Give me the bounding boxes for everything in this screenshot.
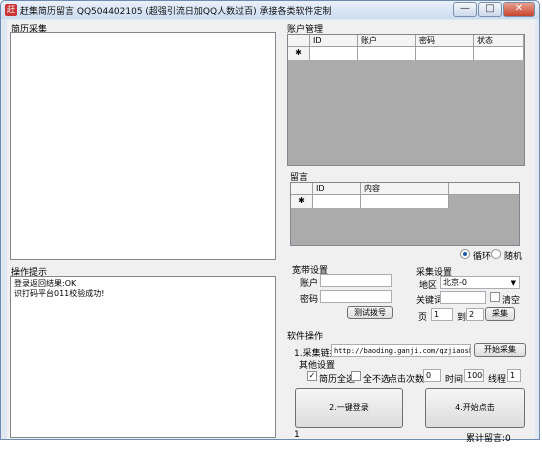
hint-line: 识打码平台011校验成功! (14, 289, 105, 298)
account-grid-header: ID 账户 密码 状态 (288, 35, 524, 47)
broadband-password-label: 密码 (300, 295, 319, 305)
random-radio[interactable] (491, 249, 501, 259)
total-messages-status: 累计留言:0 (466, 434, 511, 444)
account-new-row[interactable]: ✱ (288, 47, 524, 60)
message-grid[interactable]: ID 内容 ✱ (290, 182, 520, 246)
region-label: 地区 (419, 281, 438, 291)
deselect-all-checkbox[interactable] (351, 371, 361, 381)
column-header-id[interactable]: ID (313, 183, 361, 194)
table-cell[interactable] (361, 195, 449, 208)
close-button[interactable]: ✕ (503, 2, 535, 17)
to-label: 到 (457, 313, 467, 323)
column-header-id[interactable]: ID (310, 35, 358, 46)
keyword-label: 关键词 (416, 296, 444, 306)
loop-radio-label: 循环 (473, 252, 492, 262)
row-header-corner (288, 35, 310, 46)
resume-select-all-label: 简历全选 (319, 375, 356, 385)
column-header-status[interactable]: 状态 (474, 35, 524, 46)
collect-link-input[interactable]: http://baoding.ganji.com/qzjiaoshi/ (331, 344, 471, 357)
region-select[interactable]: 北京-0 ▼ (440, 276, 520, 289)
column-header-account[interactable]: 账户 (358, 35, 416, 46)
broadband-password-input[interactable] (320, 290, 392, 303)
clear-checkbox[interactable] (490, 292, 500, 302)
new-row-marker: ✱ (291, 195, 313, 208)
new-row-marker: ✱ (288, 47, 310, 60)
message-grid-header: ID 内容 (291, 183, 519, 195)
account-grid[interactable]: ID 账户 密码 状态 ✱ (287, 34, 525, 166)
random-radio-label: 随机 (504, 252, 523, 262)
time-label: 时间 (445, 375, 464, 385)
hint-line: 登录返回结果:OK (14, 279, 77, 288)
start-click-button[interactable]: 4.开始点击 (425, 388, 525, 428)
app-icon: 赶 (5, 4, 17, 16)
loop-radio[interactable] (460, 249, 470, 259)
threads-label: 线程 (488, 375, 507, 385)
resume-select-all-checkbox[interactable]: ✓ (307, 371, 317, 381)
keyword-input[interactable] (440, 291, 486, 304)
minimize-button[interactable]: — (453, 2, 477, 17)
page-to-input[interactable]: 2 (466, 308, 484, 321)
one-click-login-button[interactable]: 2.一键登录 (295, 388, 403, 428)
broadband-account-input[interactable] (320, 274, 392, 287)
software-ops-label: 软件操作 (287, 332, 324, 342)
deselect-all-label: 全不选 (363, 375, 391, 385)
collect-button[interactable]: 采集 (485, 307, 515, 321)
client-area: 简历采集 操作提示 登录返回结果:OK 识打码平台011校验成功! 账户管理 I… (7, 20, 535, 444)
status-left-value: 1 (294, 430, 300, 440)
table-cell[interactable] (313, 195, 361, 208)
click-count-label: 点击次数 (388, 375, 425, 385)
threads-input[interactable]: 1 (507, 369, 521, 382)
window-title: 赶集简历留言 QQ504402105 (超强引流日加QQ人数过百) 承接各类软件… (20, 7, 332, 17)
other-settings-label: 其他设置 (299, 361, 336, 371)
message-new-row[interactable]: ✱ (291, 195, 449, 208)
row-header-corner (291, 183, 313, 194)
test-dial-button[interactable]: 测试拨号 (347, 306, 393, 319)
broadband-account-label: 账户 (300, 279, 319, 289)
page-label: 页 (418, 313, 428, 323)
resume-list[interactable] (10, 32, 276, 260)
main-window: 赶 赶集简历留言 QQ504402105 (超强引流日加QQ人数过百) 承接各类… (0, 0, 540, 444)
time-input[interactable]: 1000 (464, 369, 484, 382)
hint-log[interactable]: 登录返回结果:OK 识打码平台011校验成功! (10, 276, 276, 438)
title-bar[interactable]: 赶 赶集简历留言 QQ504402105 (超强引流日加QQ人数过百) 承接各类… (1, 1, 539, 19)
table-cell[interactable] (416, 47, 474, 60)
click-count-input[interactable]: 0 (423, 369, 441, 382)
table-cell[interactable] (474, 47, 524, 60)
chevron-down-icon: ▼ (510, 279, 516, 287)
column-header-content[interactable]: 内容 (361, 183, 449, 194)
region-value: 北京-0 (443, 278, 467, 287)
table-cell[interactable] (310, 47, 358, 60)
maximize-button[interactable]: □ (478, 2, 502, 17)
column-header-password[interactable]: 密码 (416, 35, 474, 46)
page-from-input[interactable]: 1 (431, 308, 453, 321)
start-collect-button[interactable]: 开始采集 (474, 343, 526, 357)
table-cell[interactable] (358, 47, 416, 60)
clear-checkbox-label: 清空 (502, 296, 521, 306)
